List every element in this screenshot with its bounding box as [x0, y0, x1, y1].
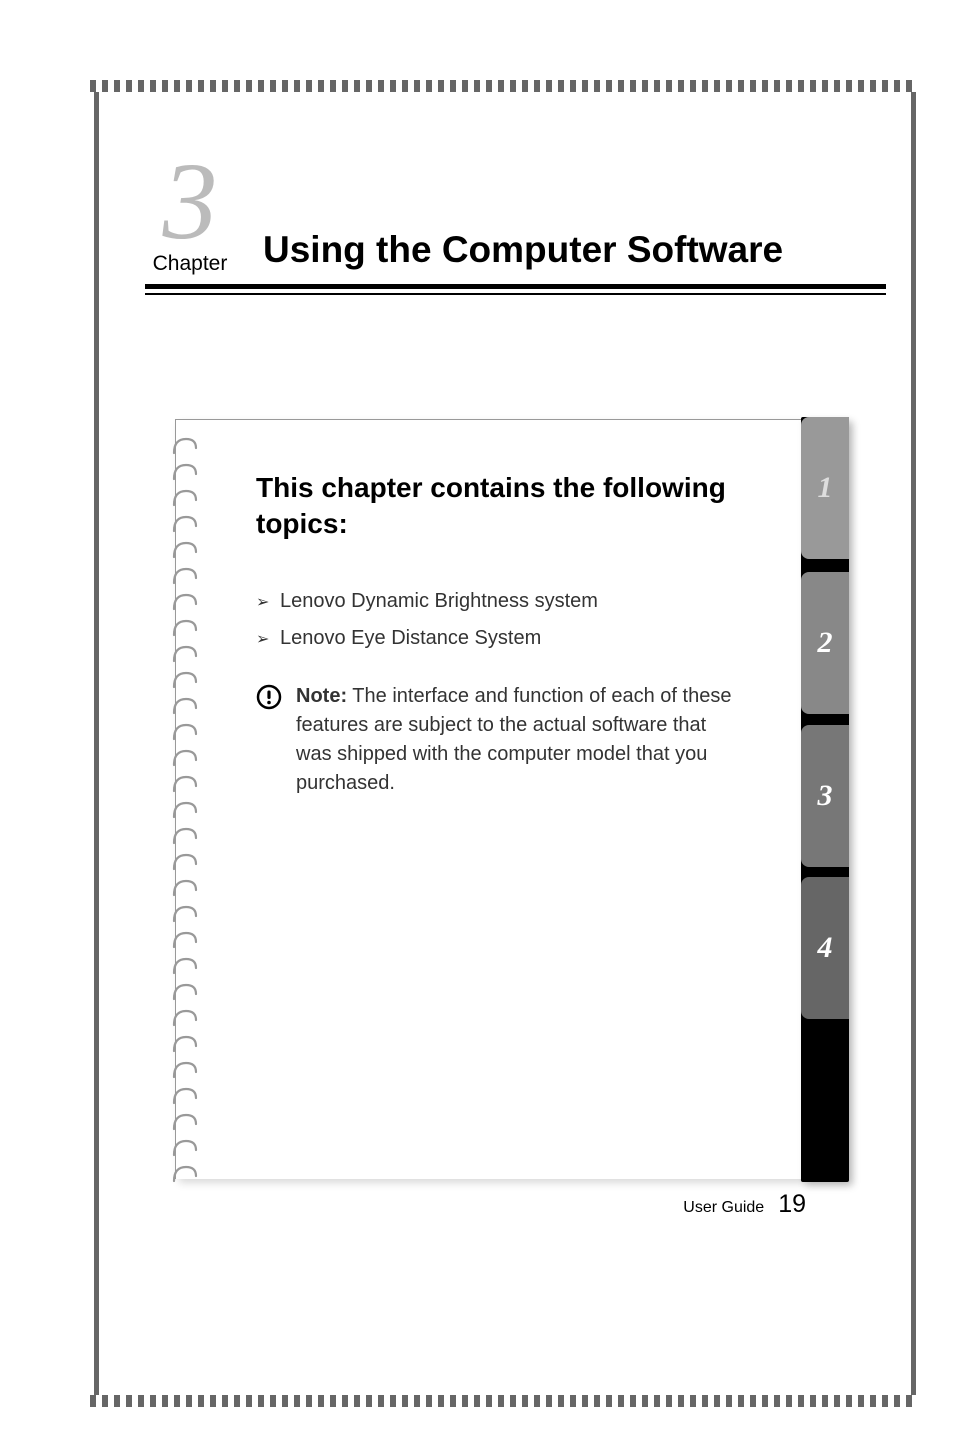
topic-list: Lenovo Dynamic Brightness system Lenovo … [256, 590, 806, 650]
spiral-ring-icon [172, 539, 198, 561]
content-area: 3 Chapter Using the Computer Software Th… [115, 105, 896, 1382]
spiral-ring-icon [172, 461, 198, 483]
chapter-number-block: 3 Chapter [145, 155, 235, 276]
spiral-ring-icon [172, 1137, 198, 1159]
topic-item: Lenovo Eye Distance System [256, 627, 806, 650]
spiral-ring-icon [172, 1085, 198, 1107]
spiral-binding-decoration [172, 435, 198, 1149]
note-label: Note: [296, 685, 347, 707]
section-tab-4: 4 [801, 877, 849, 1019]
content-box: This chapter contains the following topi… [175, 419, 846, 1179]
spiral-ring-icon [172, 617, 198, 639]
spiral-ring-icon [172, 643, 198, 665]
spiral-ring-icon [172, 747, 198, 769]
spiral-ring-icon [172, 955, 198, 977]
spiral-ring-icon [172, 669, 198, 691]
spiral-ring-icon [172, 1033, 198, 1055]
contents-heading: This chapter contains the following topi… [256, 470, 806, 543]
note-body: The interface and function of each of th… [296, 685, 731, 794]
spiral-ring-icon [172, 851, 198, 873]
spiral-ring-icon [172, 1007, 198, 1029]
spiral-ring-icon [172, 929, 198, 951]
decorative-left-border [94, 92, 99, 1395]
tab-strip: 1 2 3 4 [801, 417, 849, 1182]
spiral-ring-icon [172, 721, 198, 743]
spiral-ring-icon [172, 1163, 198, 1185]
spiral-ring-icon [172, 435, 198, 457]
decorative-top-border [90, 80, 916, 92]
section-tab-3: 3 [801, 725, 849, 867]
footer-guide-label: User Guide [683, 1199, 764, 1217]
spiral-ring-icon [172, 1111, 198, 1133]
section-tab-2: 2 [801, 572, 849, 714]
spiral-ring-icon [172, 513, 198, 535]
attention-icon [256, 684, 282, 715]
page-border: 3 Chapter Using the Computer Software Th… [90, 80, 916, 1407]
chapter-number: 3 [163, 155, 218, 249]
note-text: Note: The interface and function of each… [296, 682, 746, 798]
spiral-ring-icon [172, 877, 198, 899]
page-footer: User Guide 19 [683, 1190, 806, 1219]
spiral-ring-icon [172, 773, 198, 795]
decorative-right-border [911, 92, 916, 1395]
note-block: Note: The interface and function of each… [256, 682, 806, 798]
chapter-header: 3 Chapter Using the Computer Software [145, 155, 886, 289]
spiral-ring-icon [172, 565, 198, 587]
spiral-ring-icon [172, 695, 198, 717]
topic-item: Lenovo Dynamic Brightness system [256, 590, 806, 613]
section-tab-1: 1 [801, 417, 849, 559]
spiral-ring-icon [172, 487, 198, 509]
footer-page-number: 19 [778, 1190, 806, 1219]
spiral-ring-icon [172, 591, 198, 613]
spiral-ring-icon [172, 825, 198, 847]
spiral-ring-icon [172, 799, 198, 821]
chapter-label: Chapter [153, 252, 228, 276]
spiral-ring-icon [172, 981, 198, 1003]
decorative-bottom-border [90, 1395, 916, 1407]
spiral-ring-icon [172, 1059, 198, 1081]
spiral-ring-icon [172, 903, 198, 925]
chapter-title: Using the Computer Software [263, 229, 783, 271]
